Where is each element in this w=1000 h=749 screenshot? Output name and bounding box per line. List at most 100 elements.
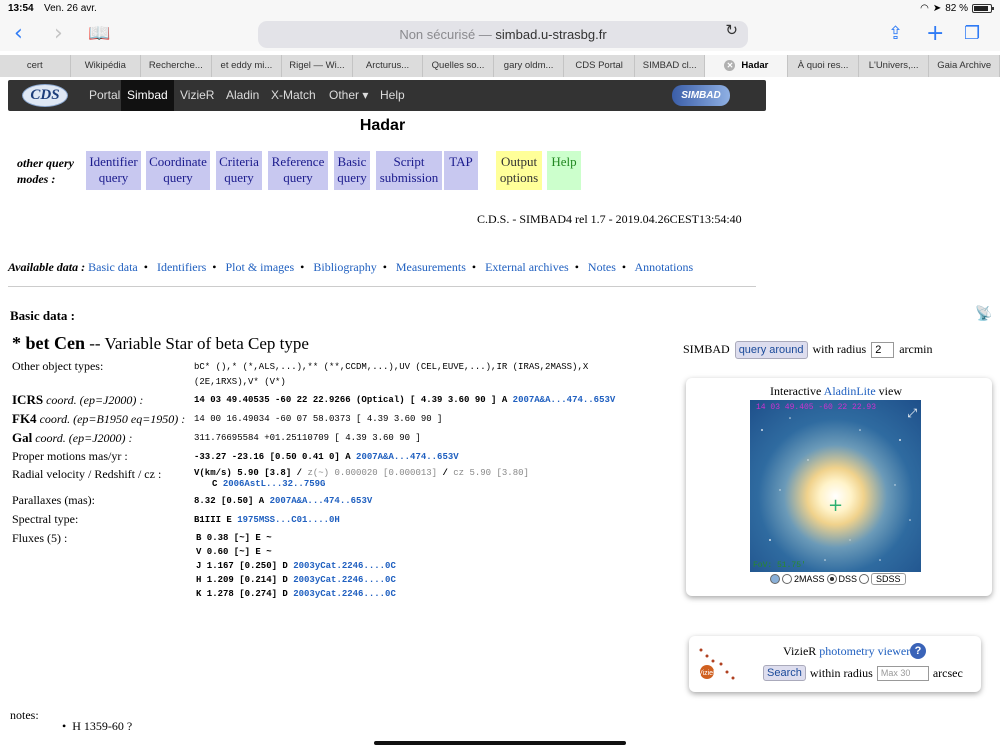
- status-right: ◠ ➤ 82 %: [920, 3, 994, 14]
- page-title: Hadar: [359, 117, 406, 134]
- script-submission-button[interactable]: Script submission: [376, 151, 442, 190]
- home-indicator[interactable]: [374, 741, 626, 745]
- radio-dss[interactable]: [826, 574, 837, 584]
- criteria-query-button[interactable]: Criteria query: [216, 151, 262, 190]
- forward-icon[interactable]: ›: [54, 21, 63, 47]
- aladin-link[interactable]: AladinLite: [824, 384, 876, 398]
- basic-query-button[interactable]: Basic query: [334, 151, 370, 190]
- link-measurements[interactable]: Measurements: [396, 260, 466, 274]
- cds-logo[interactable]: CDS: [22, 84, 68, 107]
- browser-tab[interactable]: À quoi res...: [788, 55, 859, 77]
- fullscreen-icon[interactable]: ⤢: [907, 406, 917, 421]
- browser-tab[interactable]: Wikipédia: [71, 55, 142, 77]
- query-modes-label: other query modes :: [17, 156, 74, 186]
- fk4-value: 14 00 16.49034 -60 07 58.0373 [ 4.39 3.6…: [194, 414, 443, 424]
- divider: [8, 286, 756, 287]
- link-basic-data[interactable]: Basic data: [88, 260, 138, 274]
- nav-simbad[interactable]: Simbad: [121, 80, 174, 111]
- flux-row: V 0.60 [~] E ~: [196, 547, 272, 557]
- tab-label: CDS Portal: [575, 60, 623, 71]
- flux-ref-link[interactable]: 2003yCat.2246....0C: [293, 575, 396, 585]
- browser-tab[interactable]: cert: [0, 55, 71, 77]
- photometry-viewer-link[interactable]: photometry viewer: [819, 644, 910, 658]
- rv-label: Radial velocity / Redshift / cz :: [12, 467, 162, 481]
- vizier-panel: VizieR VizieR photometry viewer ? Search…: [689, 636, 981, 692]
- link-plot-images[interactable]: Plot & images: [225, 260, 294, 274]
- tabs-overview-icon[interactable]: ❐: [964, 21, 980, 47]
- link-external-archives[interactable]: External archives: [485, 260, 569, 274]
- radio-sdss[interactable]: [859, 574, 870, 584]
- radius-input[interactable]: 2: [871, 342, 895, 359]
- output-options-button[interactable]: Output options: [496, 151, 542, 190]
- other-types-value-2: (2E,1RXS),V* (V*): [194, 377, 286, 387]
- help-icon[interactable]: ?: [910, 643, 926, 659]
- reference-query-button[interactable]: Reference query: [268, 151, 328, 190]
- link-annotations[interactable]: Annotations: [634, 260, 693, 274]
- help-button[interactable]: Help: [547, 151, 581, 190]
- aladin-fov: FoV: 51.75': [753, 561, 806, 570]
- stars: [761, 417, 911, 561]
- browser-tab[interactable]: Gaia Archive: [929, 55, 1000, 77]
- flux-row: K 1.278 [0.274] D 2003yCat.2246....0C: [196, 589, 396, 599]
- tap-button[interactable]: TAP: [444, 151, 478, 190]
- browser-tab[interactable]: ✕ Hadar: [705, 55, 789, 77]
- browser-tab[interactable]: L'Univers,...: [859, 55, 930, 77]
- close-tab-icon[interactable]: ✕: [724, 59, 736, 71]
- radio-2mass[interactable]: [782, 574, 792, 584]
- aladin-logo-icon: [770, 574, 780, 584]
- pm-ref-link[interactable]: 2007A&A...474..653V: [356, 452, 459, 462]
- query-around-button[interactable]: query around: [734, 341, 808, 359]
- flux-ref-link[interactable]: 2003yCat.2246....0C: [293, 561, 396, 571]
- browser-tab[interactable]: Arcturus...: [353, 55, 424, 77]
- survey-selector: 2MASS DSS SDSS: [770, 573, 906, 585]
- browser-tab[interactable]: CDS Portal: [564, 55, 635, 77]
- browser-tab[interactable]: gary oldm...: [494, 55, 565, 77]
- share-icon[interactable]: ⇪: [888, 21, 903, 47]
- nav-portal[interactable]: Portal: [83, 80, 126, 111]
- vizier-radius-input[interactable]: Max 30: [876, 665, 929, 681]
- vizier-search-button[interactable]: Search: [763, 665, 806, 681]
- rv-ref-link[interactable]: 2006AstL...32..759G: [223, 479, 326, 489]
- icrs-value: 14 03 49.40535 -60 22 22.9266 (Optical) …: [194, 395, 616, 405]
- vizier-title: VizieR photometry viewer: [783, 644, 911, 658]
- flux-ref-link[interactable]: 2003yCat.2246....0C: [293, 589, 396, 599]
- bookmarks-icon[interactable]: 📖: [88, 21, 110, 47]
- object-title: * bet Cen -- Variable Star of beta Cep t…: [12, 333, 309, 354]
- satellite-icon[interactable]: 📡: [975, 306, 995, 324]
- browser-tab[interactable]: Rigel — Wi...: [282, 55, 353, 77]
- spectral-ref-link[interactable]: 1975MSS...C01....0H: [237, 515, 340, 525]
- icrs-ref-link[interactable]: 2007A&A...474..653V: [513, 395, 616, 405]
- browser-tab[interactable]: SIMBAD cl...: [635, 55, 706, 77]
- back-icon[interactable]: ‹: [14, 21, 23, 47]
- new-tab-icon[interactable]: +: [926, 21, 944, 47]
- tab-label: et eddy mi...: [220, 60, 273, 71]
- url-text: simbad.u-strasbg.fr: [495, 27, 607, 42]
- aladin-sky-view[interactable]: 14 03 49.405 -60 22 22.93 ⤢ + FoV: 51.75…: [750, 400, 921, 572]
- nav-help[interactable]: Help: [374, 80, 411, 111]
- browser-tab[interactable]: Quelles so...: [423, 55, 494, 77]
- parallax-ref-link[interactable]: 2007A&A...474..653V: [270, 496, 373, 506]
- browser-tab[interactable]: et eddy mi...: [212, 55, 283, 77]
- link-bibliography[interactable]: Bibliography: [313, 260, 376, 274]
- query-around-row: SIMBAD query around with radius 2 arcmin: [683, 341, 933, 359]
- identifier-query-button[interactable]: Identifier query: [86, 151, 141, 190]
- coordinate-query-button[interactable]: Coordinate query: [146, 151, 210, 190]
- url-bar[interactable]: Non sécurisé — simbad.u-strasbg.fr ↻: [258, 21, 748, 48]
- cds-navbar: CDS Portal Simbad VizieR Aladin X-Match …: [8, 80, 766, 111]
- tab-label: L'Univers,...: [868, 60, 919, 71]
- fluxes-label: Fluxes (5) :: [12, 531, 68, 545]
- link-identifiers[interactable]: Identifiers: [157, 260, 206, 274]
- status-time: 13:54: [8, 3, 34, 14]
- flux-row: H 1.209 [0.214] D 2003yCat.2246....0C: [196, 575, 396, 585]
- nav-other[interactable]: Other ▾: [323, 80, 374, 111]
- nav-vizier[interactable]: VizieR: [174, 80, 220, 111]
- nav-xmatch[interactable]: X-Match: [265, 80, 322, 111]
- object-name: * bet Cen: [12, 333, 85, 353]
- tab-label: gary oldm...: [503, 60, 554, 71]
- nav-aladin[interactable]: Aladin: [220, 80, 265, 111]
- browser-tab[interactable]: Recherche...: [141, 55, 212, 77]
- link-notes[interactable]: Notes: [588, 260, 616, 274]
- star-field: [761, 417, 911, 561]
- reload-icon[interactable]: ↻: [725, 21, 738, 39]
- pm-value: -33.27 -23.16 [0.50 0.41 0] A 2007A&A...…: [194, 452, 459, 462]
